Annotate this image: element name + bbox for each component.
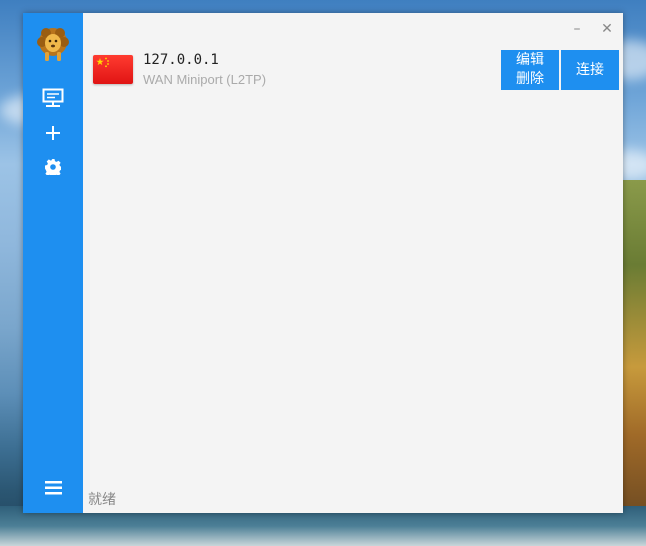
settings-button[interactable]	[23, 154, 83, 184]
status-text: 就绪	[88, 492, 116, 508]
china-flag-icon	[93, 55, 133, 84]
server-description: WAN Miniport (L2TP)	[143, 72, 267, 87]
sidebar	[23, 13, 83, 513]
connect-button-label: 连接	[576, 61, 604, 78]
server-list-button[interactable]	[23, 85, 83, 115]
settings-icon	[45, 159, 63, 179]
lion-logo	[34, 25, 72, 63]
add-server-button[interactable]	[23, 119, 83, 149]
connect-button[interactable]: 连接	[561, 50, 619, 90]
minimize-button[interactable]: –	[567, 19, 587, 39]
add-icon	[46, 125, 60, 144]
delete-button-label[interactable]: 删除	[516, 70, 544, 89]
minimize-icon: –	[573, 21, 581, 37]
edit-delete-button[interactable]: 编辑 删除	[501, 50, 559, 90]
server-ip: 127.0.0.1	[143, 52, 219, 68]
menu-icon	[44, 480, 62, 499]
menu-button[interactable]	[23, 474, 83, 504]
edit-button-label[interactable]: 编辑	[516, 51, 544, 70]
close-icon: ✕	[601, 21, 613, 37]
main-content: – ✕ 127.0.0.1 WAN Miniport (L2TP) 编辑 删除	[83, 13, 623, 513]
app-window: – ✕ 127.0.0.1 WAN Miniport (L2TP) 编辑 删除	[23, 13, 623, 513]
close-button[interactable]: ✕	[597, 19, 617, 39]
server-row[interactable]: 127.0.0.1 WAN Miniport (L2TP) 编辑 删除 连接	[83, 48, 623, 90]
server-list-icon	[42, 88, 64, 112]
